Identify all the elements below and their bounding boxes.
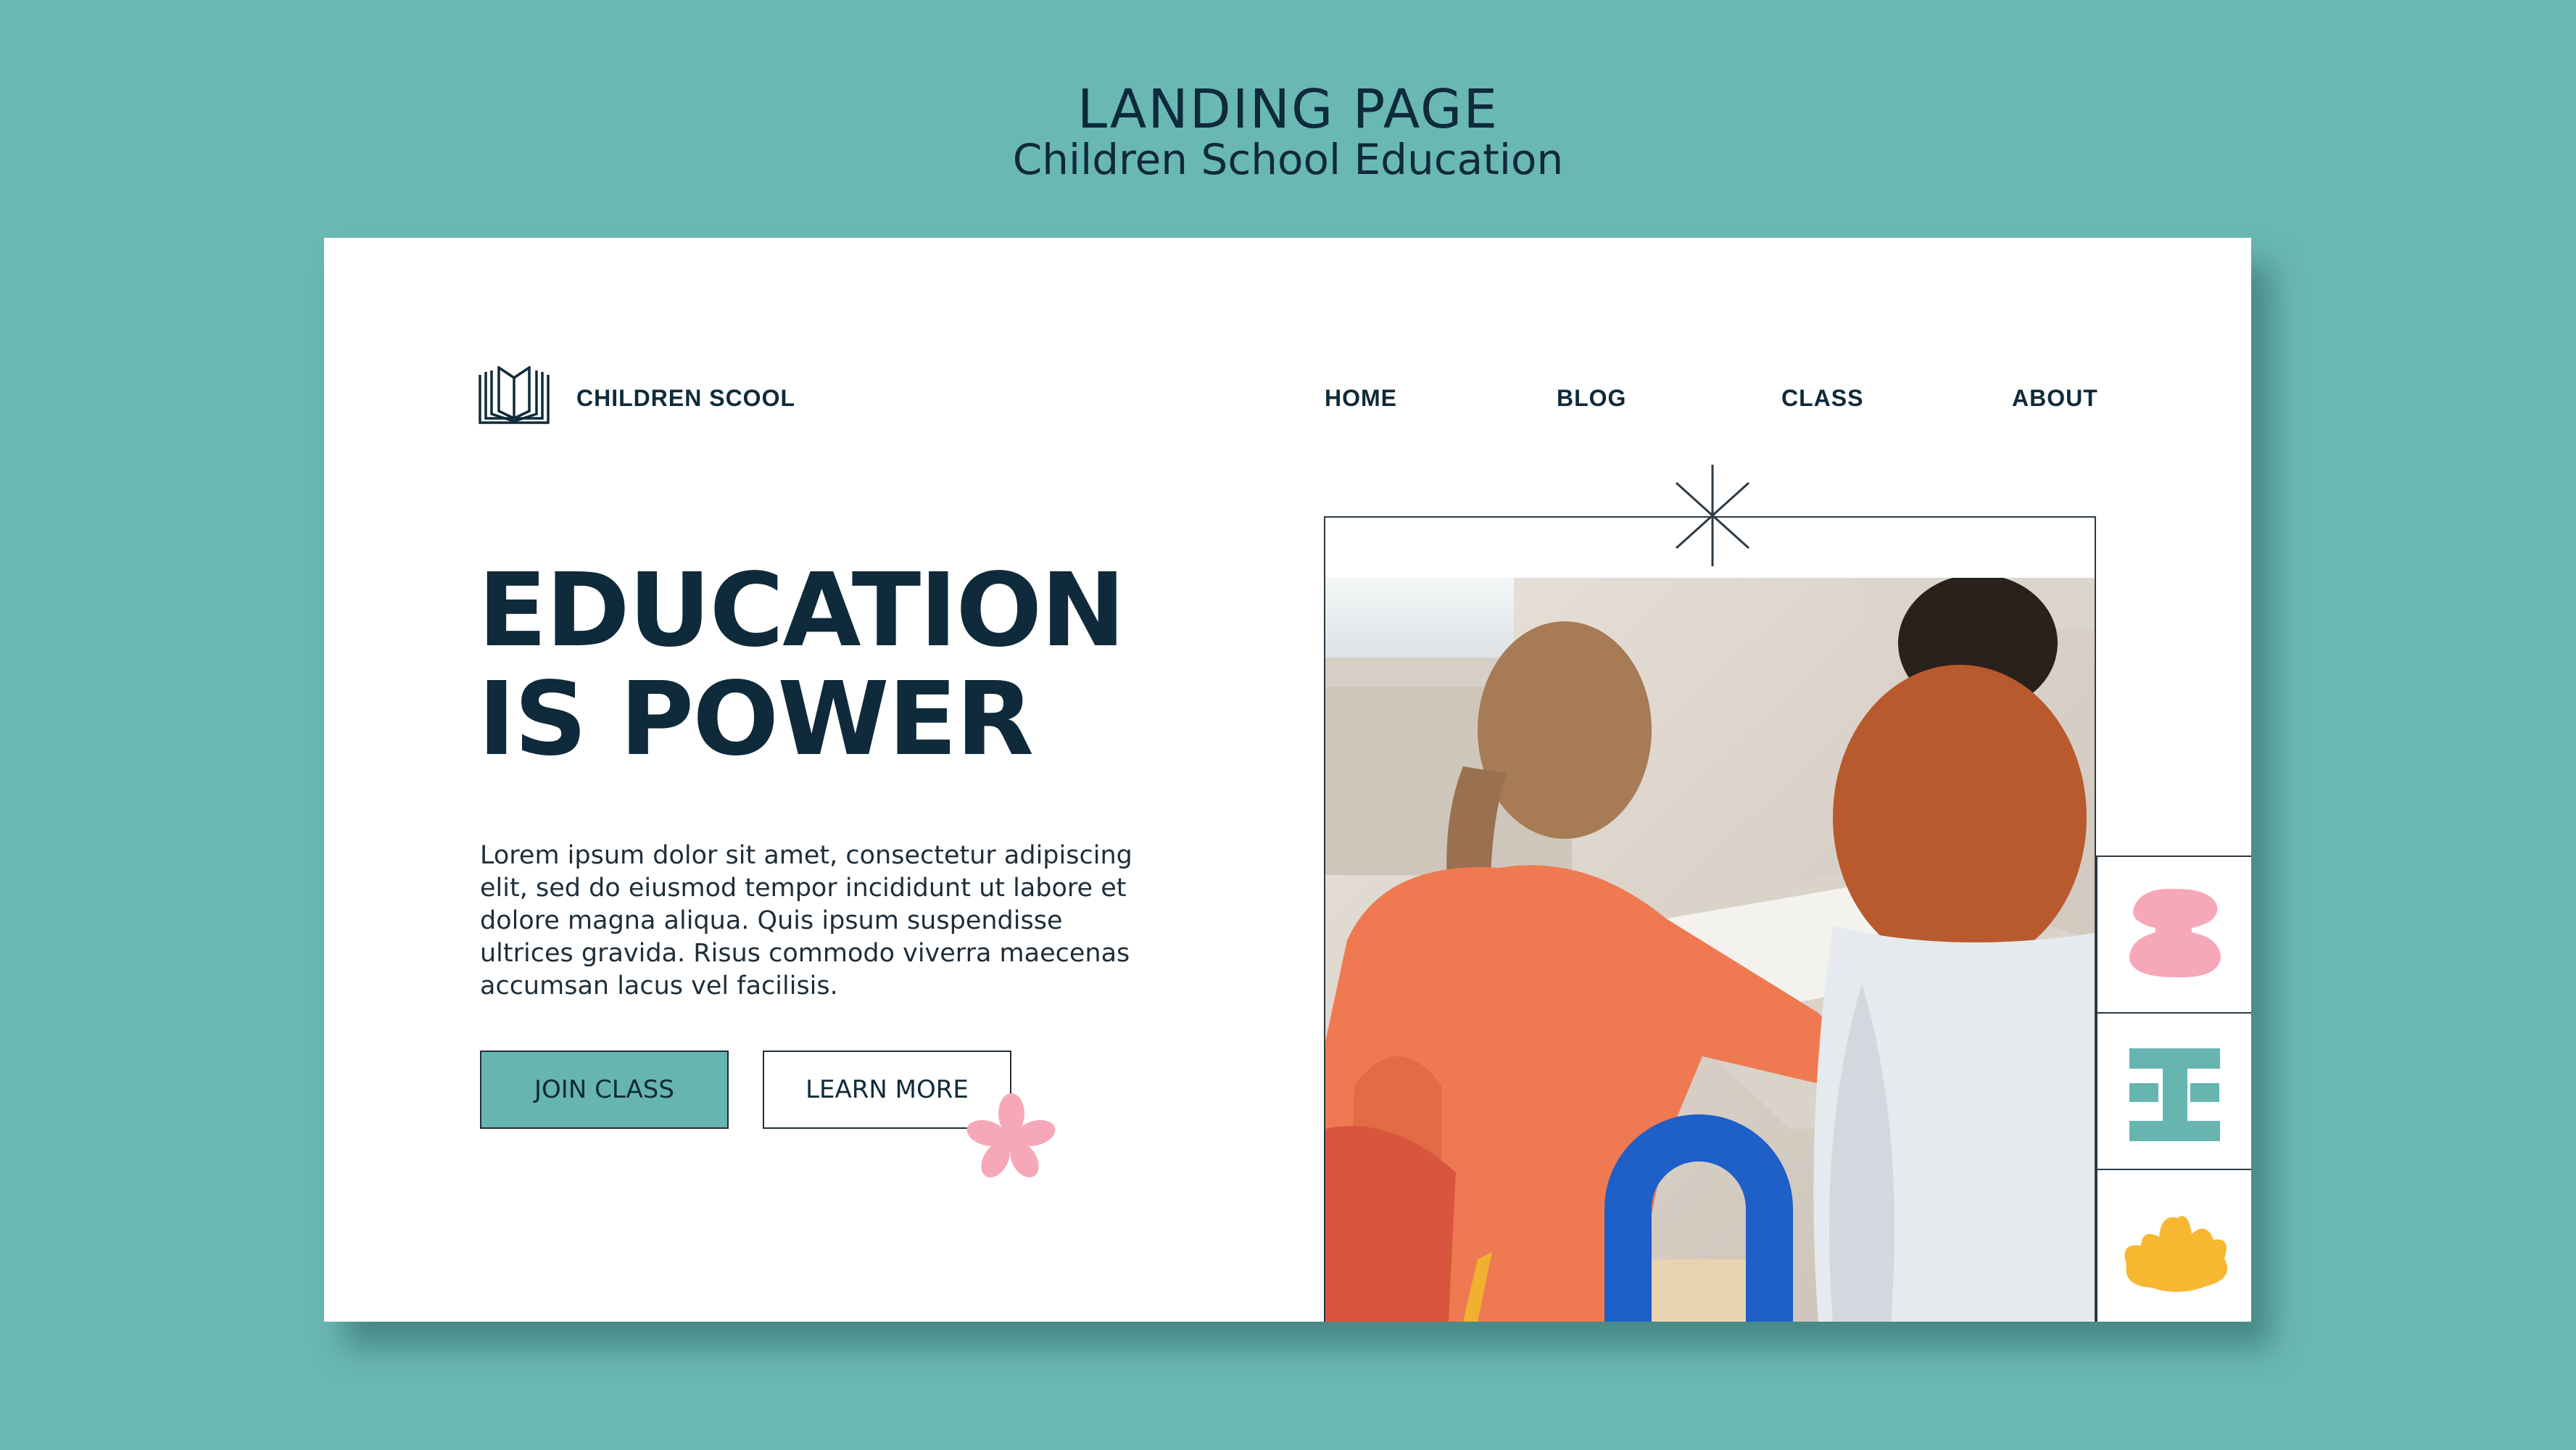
yellow-splat-icon (2124, 1216, 2228, 1293)
headline-line-2: IS POWER (478, 660, 1034, 779)
hero-headline: EDUCATION IS POWER (478, 552, 1126, 779)
header-subtitle: Children School Education (1012, 135, 1564, 184)
side-cell-yellow (2096, 1169, 2251, 1322)
nav-about[interactable]: ABOUT (2012, 385, 2098, 412)
open-book-icon (479, 366, 550, 424)
hero-body: Lorem ipsum dolor sit amet, consectetur … (480, 841, 1132, 1000)
nav-home[interactable]: HOME (1325, 385, 1397, 412)
landing-card: CHILDREN SCOOL HOME BLOG CLASS ABOUT EDU… (324, 238, 2251, 1322)
join-class-button[interactable]: JOIN CLASS (480, 1051, 729, 1129)
pink-blob-icon (2129, 888, 2221, 978)
nav-class[interactable]: CLASS (1781, 385, 1863, 412)
pink-flower-icon (966, 1093, 1056, 1178)
nav-blog[interactable]: BLOG (1557, 385, 1626, 412)
side-cell-pink (2096, 856, 2251, 1014)
headline-line-1: EDUCATION (478, 552, 1126, 670)
teal-glyph-icon (2129, 1048, 2220, 1141)
brand-name[interactable]: CHILDREN SCOOL (576, 385, 795, 412)
sparkle-icon (1675, 465, 1750, 566)
classroom-photo (1325, 578, 2095, 1322)
side-cell-teal (2096, 1012, 2251, 1170)
header-title: LANDING PAGE (1077, 78, 1499, 141)
